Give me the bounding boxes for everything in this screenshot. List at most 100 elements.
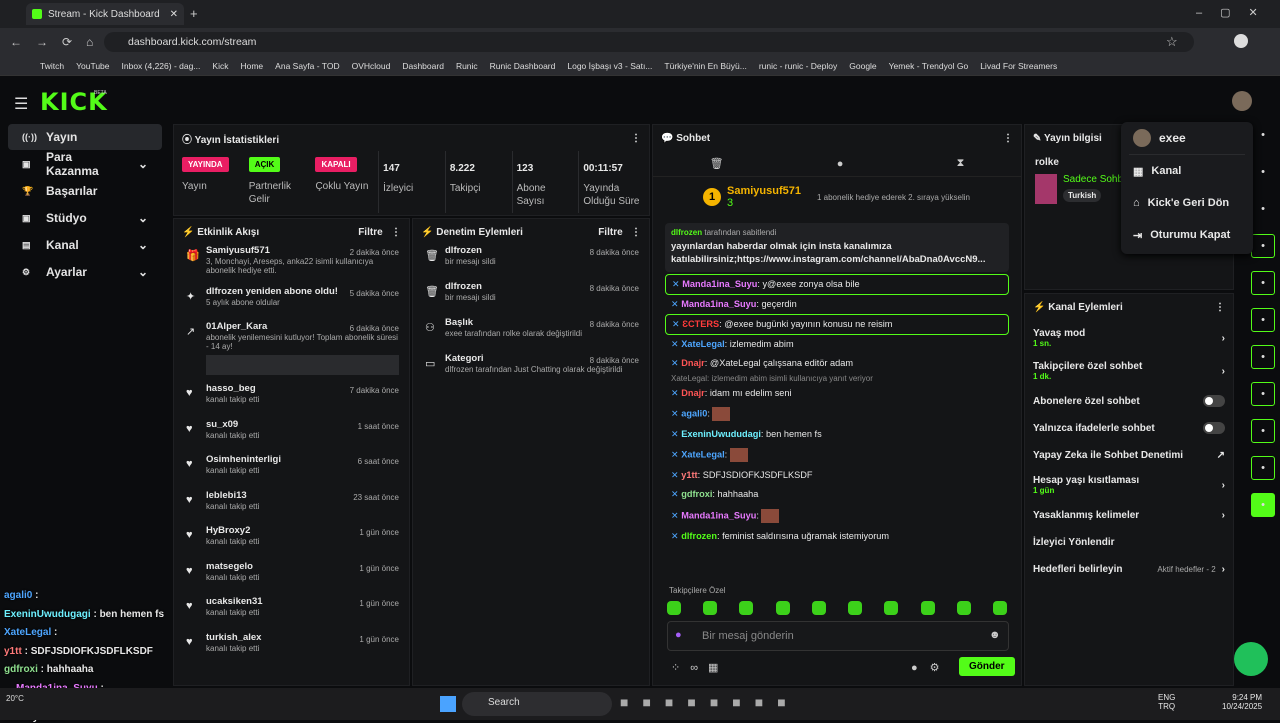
hourglass-icon[interactable]: ⧗ bbox=[957, 157, 965, 170]
language-indicator[interactable]: ENG TRQ bbox=[1158, 693, 1175, 711]
activity-item[interactable]: ♥ leblebi13 kanalı takip etti 23 saat önce bbox=[174, 490, 409, 526]
activity-item[interactable]: ♥ turkish_alex kanalı takip etti 1 gün önce bbox=[174, 632, 409, 668]
external-link-icon[interactable]: ↗ bbox=[1217, 450, 1225, 461]
user-menu-item[interactable]: ⌂ Kick'e Geri Dön bbox=[1121, 187, 1253, 219]
bookmark-item[interactable]: Twitch bbox=[40, 61, 64, 71]
hamburger-menu-icon[interactable]: ☰ bbox=[14, 94, 28, 114]
moderation-item[interactable]: 🗑 dlfrozen bir mesajı sildi 8 dakika önce bbox=[413, 245, 649, 281]
support-chat-icon[interactable] bbox=[1234, 642, 1268, 676]
emoji-icon[interactable]: ☻ bbox=[989, 629, 1001, 641]
emote-icon[interactable] bbox=[667, 601, 681, 615]
emote-icon[interactable] bbox=[992, 601, 1007, 615]
activity-filter-button[interactable]: Filtre bbox=[358, 227, 382, 238]
stats-more-icon[interactable]: ⋮ bbox=[631, 133, 641, 144]
activity-item[interactable]: ♥ HyBroxy2 kanalı takip etti 1 gün önce bbox=[174, 525, 409, 561]
emote-icon[interactable] bbox=[848, 601, 863, 615]
info-icon[interactable]: • bbox=[1251, 123, 1275, 147]
chat-message[interactable]: ✕ Dnajr: idam mı edelim seni bbox=[665, 384, 1009, 403]
wrench-icon[interactable]: • bbox=[1251, 419, 1275, 443]
emote-icon[interactable] bbox=[920, 601, 935, 615]
chevron-right-icon[interactable]: › bbox=[1222, 366, 1225, 377]
tag-chip[interactable]: Turkish bbox=[1063, 189, 1102, 202]
close-tab-icon[interactable]: ✕ bbox=[170, 9, 178, 20]
emote-icon[interactable] bbox=[775, 601, 790, 615]
windows-start-icon[interactable] bbox=[440, 696, 456, 712]
user-menu-item[interactable]: ▦ Kanal bbox=[1121, 155, 1253, 187]
nav-buttons[interactable]: ←→⟳⌂ bbox=[10, 35, 107, 49]
activity-item[interactable]: ♥ matsegelo kanalı takip etti 1 gün önce bbox=[174, 561, 409, 597]
taskbar-search[interactable]: Search bbox=[462, 692, 612, 716]
sidebar-item[interactable]: ▣ Stüdyo ⌄ bbox=[8, 205, 162, 231]
chat-icon[interactable]: • bbox=[1251, 308, 1275, 332]
activity-item[interactable]: 🎁 Samiyusuf571 3, Monchayi, Areseps, anka2… bbox=[174, 245, 409, 286]
profile-avatar[interactable] bbox=[1234, 34, 1248, 48]
sidebar-item[interactable]: ▣ Para Kazanma ⌄ bbox=[8, 150, 162, 178]
user-menu-item[interactable]: ⇥ Oturumu Kapat bbox=[1121, 219, 1253, 251]
channel-action-item[interactable]: Yasaklanmış kelimeler › bbox=[1025, 502, 1233, 528]
browser-tab[interactable]: Stream - Kick Dashboard ✕ bbox=[26, 3, 184, 25]
emote-icon[interactable] bbox=[956, 601, 971, 615]
moderation-item[interactable]: ▭ Kategori dlfrozen tarafından Just Chatti… bbox=[413, 353, 649, 389]
url-input[interactable]: dashboard.kick.com/stream bbox=[104, 32, 1194, 52]
bookmark-item[interactable]: Google bbox=[849, 61, 876, 71]
bookmark-item[interactable]: Runic bbox=[456, 61, 478, 71]
sidebar-item[interactable]: ⚙ Ayarlar ⌄ bbox=[8, 259, 162, 285]
chat-more-icon[interactable]: ⋮ bbox=[1003, 133, 1013, 144]
channel-action-item[interactable]: Hedefleri belirleyin Aktif hedefler - 2 › bbox=[1025, 556, 1233, 582]
sidebar-item[interactable]: 🏆 Başarılar bbox=[8, 178, 162, 204]
chat-message[interactable]: ✕ agali0: bbox=[665, 403, 1009, 425]
clipboard-icon[interactable]: • bbox=[1251, 271, 1275, 295]
activity-item[interactable]: ♥ hasso_beg kanalı takip etti 7 dakika önce bbox=[174, 383, 409, 419]
chat-message[interactable]: ✕ XateLegal: izlemedim abim bbox=[665, 335, 1009, 354]
chat-message[interactable]: ✕ dlfrozen: feminist saldırısına uğramak… bbox=[665, 527, 1009, 546]
bookmark-item[interactable]: Dashboard bbox=[402, 61, 444, 71]
moderation-item[interactable]: ⚇ Başlık exee tarafından rolke olarak deği… bbox=[413, 317, 649, 353]
emote-icon[interactable] bbox=[811, 601, 826, 615]
bookmark-item[interactable]: Ana Sayfa - TOD bbox=[275, 61, 339, 71]
sidebar-item[interactable]: ((·)) Yayın bbox=[8, 124, 162, 150]
bookmark-item[interactable]: Logo İşbaşı v3 - Satı... bbox=[567, 61, 652, 71]
chevron-right-icon[interactable]: › bbox=[1222, 510, 1225, 521]
activity-more-icon[interactable]: ⋮ bbox=[391, 227, 401, 238]
send-button[interactable]: Gönder bbox=[959, 657, 1015, 676]
chevron-right-icon[interactable]: › bbox=[1222, 564, 1225, 575]
channel-action-item[interactable]: Yapay Zeka ile Sohbet Denetimi ↗ bbox=[1025, 442, 1233, 468]
activity-item[interactable]: ♥ su_x09 kanalı takip etti 1 saat önce bbox=[174, 419, 409, 455]
moderation-more-icon[interactable]: ⋮ bbox=[631, 227, 641, 238]
toggle-switch[interactable] bbox=[1203, 422, 1225, 434]
channel-action-item[interactable]: Yalnızca ifadelerle sohbet bbox=[1025, 415, 1233, 441]
chat-message[interactable]: ✕ ƐCTERS: @exee bugünki yayının konusu n… bbox=[665, 313, 1009, 335]
chat-message[interactable]: ✕ Manda1ina_Suyu: y@exee zonya olsa bile bbox=[665, 273, 1009, 295]
camera-icon[interactable]: • bbox=[1251, 197, 1275, 221]
moderation-filter-button[interactable]: Filtre bbox=[598, 227, 622, 238]
chat-message[interactable]: ✕ y1tt: SDFJSDIOFKJSDFLKSDF bbox=[665, 466, 1009, 485]
chat-message[interactable]: XateLegal: izlemedim abim isimli kullanı… bbox=[665, 373, 1009, 385]
trash-icon[interactable]: 🗑 bbox=[710, 157, 724, 170]
bookmark-item[interactable]: OVHcloud bbox=[352, 61, 391, 71]
edit-icon[interactable]: • bbox=[1251, 160, 1275, 184]
chat-message[interactable]: ✕ Manda1ina_Suyu: geçerdin bbox=[665, 295, 1009, 314]
broadcast-icon[interactable]: • bbox=[1251, 345, 1275, 369]
channel-actions-more-icon[interactable]: ⋮ bbox=[1215, 302, 1225, 313]
channel-action-item[interactable]: Abonelere özel sohbet bbox=[1025, 388, 1233, 414]
bookmark-item[interactable]: Home bbox=[240, 61, 263, 71]
channel-action-item[interactable]: İzleyici Yönlendir bbox=[1025, 529, 1233, 555]
activity-item[interactable]: ♥ ucaksiken31 kanalı takip etti 1 gün önce bbox=[174, 596, 409, 632]
bookmark-item[interactable]: runic - runic - Deploy bbox=[759, 61, 837, 71]
bookmark-star-icon[interactable]: ☆ bbox=[1166, 34, 1178, 50]
channel-action-item[interactable]: Takipçilere özel sohbet 1 dk. › bbox=[1025, 355, 1233, 387]
chat-input[interactable]: Bir mesaj gönderin bbox=[667, 621, 1009, 651]
emote-icon[interactable] bbox=[884, 601, 899, 615]
chat-tool-icons[interactable]: ⁘∞▦ bbox=[671, 661, 728, 674]
chevron-right-icon[interactable]: › bbox=[1222, 333, 1225, 344]
mic-icon[interactable]: ● bbox=[675, 629, 682, 641]
sidebar-item[interactable]: ▤ Kanal ⌄ bbox=[8, 232, 162, 258]
channel-action-item[interactable]: Hesap yaşı kısıtlaması 1 gün › bbox=[1025, 469, 1233, 501]
bookmark-item[interactable]: Inbox (4,226) - dag... bbox=[122, 61, 201, 71]
bookmark-item[interactable]: Livad For Streamers bbox=[980, 61, 1057, 71]
layout-icon[interactable]: • bbox=[1251, 382, 1275, 406]
channel-action-item[interactable]: Yavaş mod 1 sn. › bbox=[1025, 322, 1233, 354]
chevron-right-icon[interactable]: › bbox=[1222, 480, 1225, 491]
bookmark-item[interactable]: Yemek - Trendyol Go bbox=[889, 61, 969, 71]
chat-message[interactable]: ✕ Dnajr: @XateLegal çalışsana editör ada… bbox=[665, 354, 1009, 373]
